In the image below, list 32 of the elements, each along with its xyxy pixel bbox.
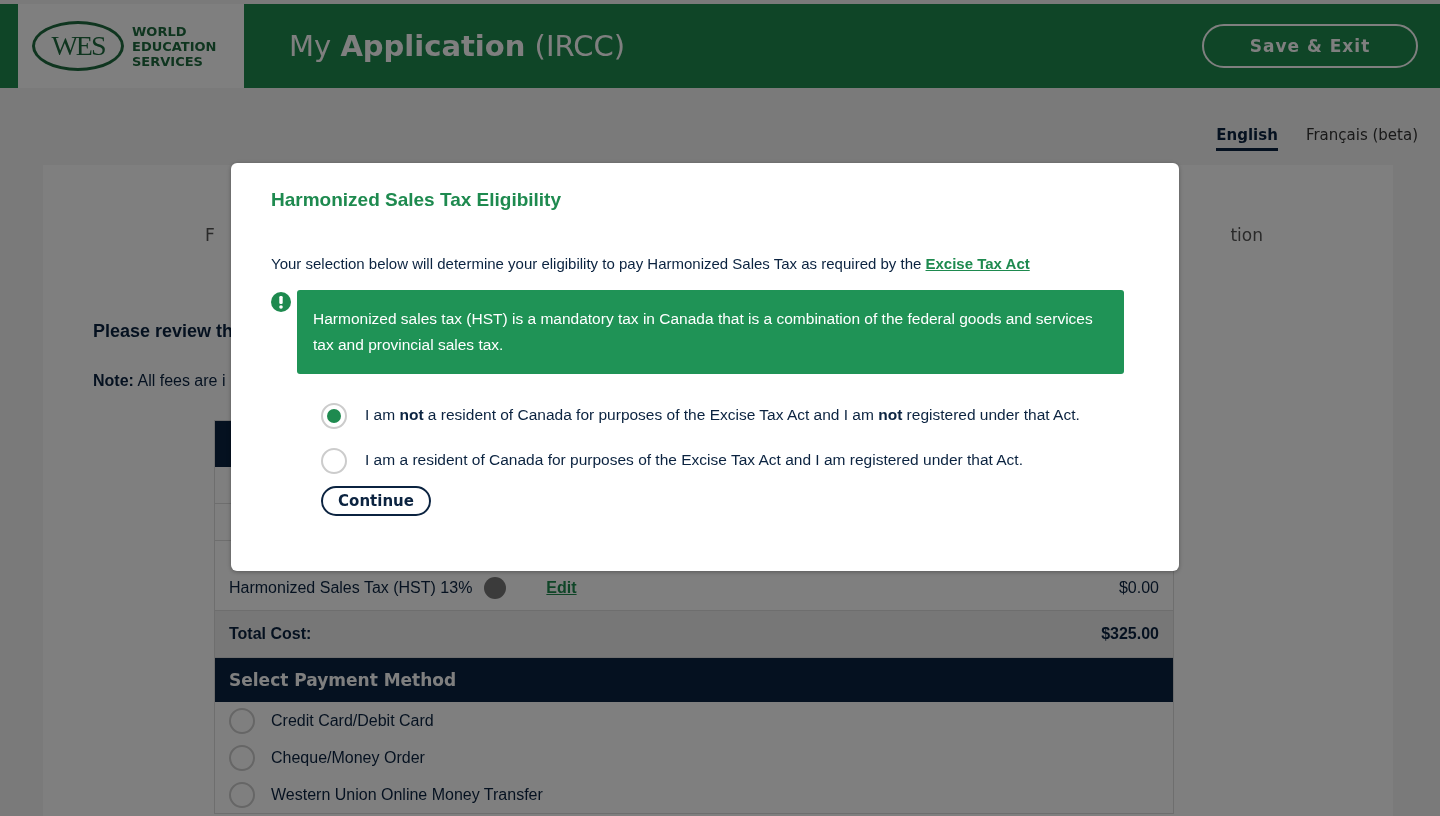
payment-option-label: Cheque/Money Order <box>271 748 425 767</box>
payment-option-label: Western Union Online Money Transfer <box>271 785 543 804</box>
fees-note: Note: All fees are i <box>93 372 227 390</box>
radio-button[interactable] <box>229 781 255 808</box>
radio-button[interactable] <box>229 707 255 734</box>
save-exit-button[interactable]: Save & Exit <box>1202 24 1418 68</box>
option-label: I am not a resident of Canada for purposes of the Excise Tax Act and I am not registered under that Act. <box>321 402 1084 429</box>
logo-mark: WES <box>32 21 124 71</box>
hst-info-banner: Harmonized sales tax (HST) is a mandatory tax in Canada that is a combination of the federal goods and services tax and provincial sales tax. <box>297 290 1124 374</box>
edit-link[interactable]: Edit <box>546 579 577 597</box>
total-label: Total Cost: <box>229 625 312 643</box>
page-title: My Application (IRCC) <box>289 29 625 63</box>
radio-button[interactable] <box>321 447 347 474</box>
fee-amount: $0.00 <box>1118 579 1159 597</box>
fee-label: Harmonized Sales Tax (HST) 13% <box>229 579 473 597</box>
excise-tax-act-link[interactable]: Excise Tax Act <box>925 255 1030 272</box>
logo-text: WORLD EDUCATION SERVICES <box>132 23 217 69</box>
language-link[interactable]: English <box>1216 126 1278 151</box>
payment-option-label: Credit Card/Debit Card <box>271 711 434 730</box>
option-label: I am a resident of Canada for purposes of the Excise Tax Act and I am registered under that Act. <box>321 446 1084 474</box>
alert-icon <box>271 292 291 312</box>
continue-button[interactable]: Continue <box>321 485 431 516</box>
step-label: F <box>205 225 215 245</box>
total-amount: $325.00 <box>1101 625 1159 643</box>
language-link[interactable]: Français (beta) <box>1305 126 1418 151</box>
radio-button[interactable] <box>229 744 255 771</box>
radio-button[interactable] <box>321 402 347 429</box>
step-label: tion <box>1230 225 1263 245</box>
help-icon[interactable] <box>484 577 507 599</box>
payment-method-header: Select Payment Method <box>215 658 1173 702</box>
modal-title: Harmonized Sales Tax Eligibility <box>271 189 562 211</box>
modal-intro: Your selection below will determine your eligibility to pay Harmonized Sales Tax as required by the Excise Tax Act <box>271 255 1031 272</box>
